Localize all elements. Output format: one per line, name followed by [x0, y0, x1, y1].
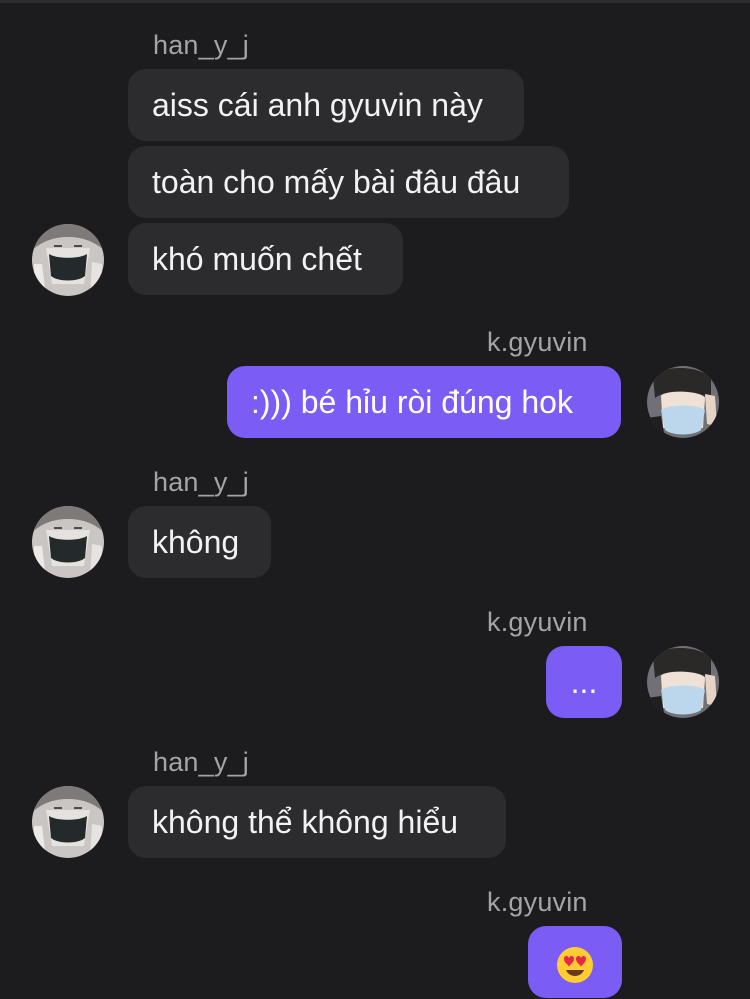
top-divider	[0, 0, 750, 3]
sender-avatar[interactable]	[32, 786, 104, 858]
avatar-black-mask-icon	[32, 506, 104, 578]
message-bubble-incoming[interactable]: aiss cái anh gyuvin này	[128, 69, 524, 141]
message-bubble-incoming[interactable]: khó muốn chết	[128, 223, 403, 295]
sender-name: han_y_j	[153, 747, 249, 777]
sender-name: k.gyuvin	[487, 887, 588, 917]
message-bubble-incoming[interactable]: không thể không hiểu	[128, 786, 506, 858]
avatar-black-mask-icon	[32, 224, 104, 296]
message-bubble-incoming[interactable]: không	[128, 506, 271, 578]
message-bubble-outgoing[interactable]	[528, 926, 622, 998]
message-bubble-incoming[interactable]: toàn cho mấy bài đâu đâu	[128, 146, 569, 218]
sender-name: k.gyuvin	[487, 607, 588, 637]
avatar-blue-mask-icon	[647, 646, 719, 718]
sender-avatar[interactable]	[647, 366, 719, 438]
message-bubble-outgoing[interactable]: :))) bé hỉu ròi đúng hok	[227, 366, 621, 438]
message-bubble-outgoing[interactable]: ...	[546, 646, 622, 718]
sender-name: han_y_j	[153, 30, 249, 60]
sender-name: k.gyuvin	[487, 327, 588, 357]
sender-avatar[interactable]	[647, 646, 719, 718]
sender-avatar[interactable]	[32, 224, 104, 296]
sender-name: han_y_j	[153, 467, 249, 497]
heart-eyes-emoji-icon	[557, 946, 593, 983]
sender-avatar[interactable]	[32, 506, 104, 578]
avatar-blue-mask-icon	[647, 366, 719, 438]
avatar-black-mask-icon	[32, 786, 104, 858]
